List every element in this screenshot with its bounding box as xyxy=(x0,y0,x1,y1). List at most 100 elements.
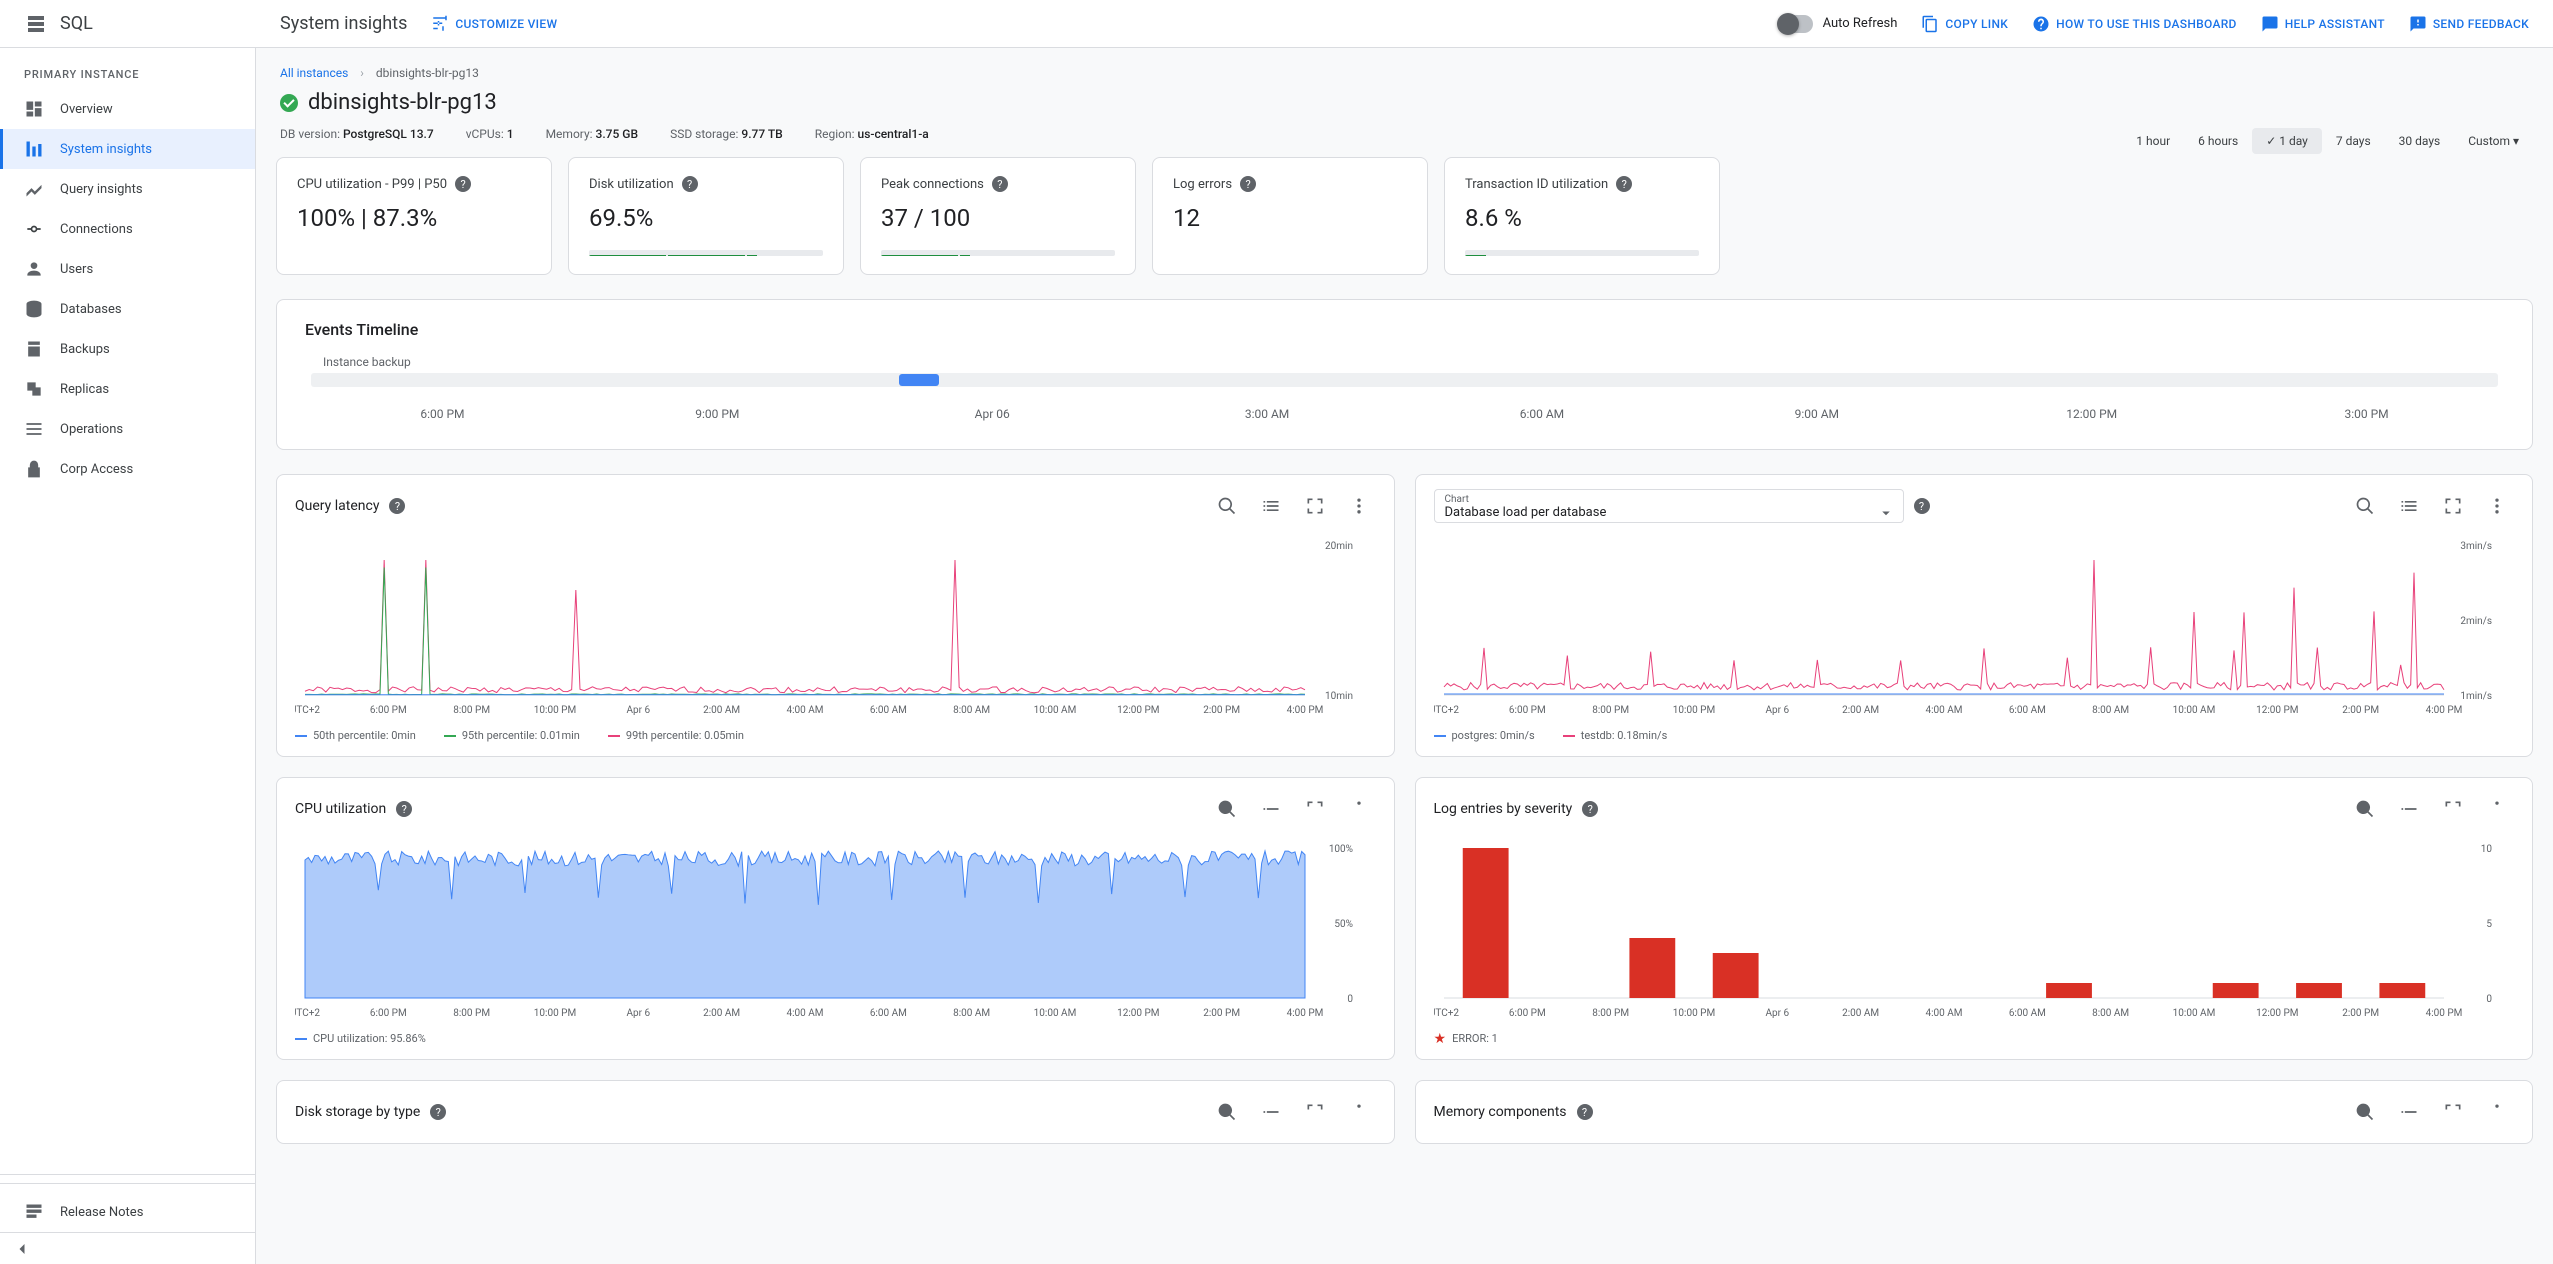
more-icon[interactable] xyxy=(1342,489,1376,523)
help-icon[interactable]: ? xyxy=(1616,176,1632,192)
fullscreen-icon[interactable] xyxy=(1298,1095,1332,1129)
svg-text:6:00 AM: 6:00 AM xyxy=(870,705,907,716)
fullscreen-icon[interactable] xyxy=(2436,1095,2470,1129)
help-icon[interactable]: ? xyxy=(455,176,471,192)
breadcrumb-root[interactable]: All instances xyxy=(280,66,348,80)
tune-icon xyxy=(431,15,449,33)
db-load-plot[interactable]: 3min/s2min/s1min/sUTC+26:00 PM8:00 PM10:… xyxy=(1434,537,2494,717)
kpi-value: 8.6 % xyxy=(1465,204,1699,232)
nav-release-notes[interactable]: Release Notes xyxy=(0,1192,255,1232)
time-range-6-hours[interactable]: 6 hours xyxy=(2184,128,2252,154)
nav-item-backups[interactable]: Backups xyxy=(0,329,255,369)
time-range-custom[interactable]: Custom ▾ xyxy=(2454,128,2533,154)
help-icon[interactable]: ? xyxy=(992,176,1008,192)
nav-item-databases[interactable]: Databases xyxy=(0,289,255,329)
svg-text:6:00 AM: 6:00 AM xyxy=(2008,1008,2045,1019)
svg-text:10:00 AM: 10:00 AM xyxy=(1034,705,1077,716)
howto-button[interactable]: HOW TO USE THIS DASHBOARD xyxy=(2032,15,2237,33)
help-icon[interactable]: ? xyxy=(682,176,698,192)
help-icon[interactable]: ? xyxy=(389,498,405,514)
help-assistant-button[interactable]: HELP ASSISTANT xyxy=(2261,15,2385,33)
help-icon[interactable]: ? xyxy=(1577,1104,1593,1120)
fullscreen-icon[interactable] xyxy=(1298,792,1332,826)
system-insights-icon xyxy=(24,139,44,159)
cpu-plot[interactable]: 100%50%0UTC+26:00 PM8:00 PM10:00 PMApr 6… xyxy=(295,840,1355,1020)
help-icon[interactable]: ? xyxy=(396,801,412,817)
nav-item-connections[interactable]: Connections xyxy=(0,209,255,249)
auto-refresh-toggle[interactable]: Auto Refresh xyxy=(1779,15,1898,33)
time-range-picker[interactable]: 1 hour6 hours✓ 1 day7 days30 daysCustom … xyxy=(2122,128,2533,154)
log-severity-plot[interactable]: 1050UTC+26:00 PM8:00 PM10:00 PMApr 62:00… xyxy=(1434,840,2494,1020)
fullscreen-icon[interactable] xyxy=(2436,489,2470,523)
more-icon[interactable] xyxy=(2480,792,2514,826)
nav-item-system-insights[interactable]: System insights xyxy=(0,129,255,169)
kpi-card-3: Log errors?12 xyxy=(1152,157,1428,275)
time-range-30-days[interactable]: 30 days xyxy=(2385,128,2455,154)
chart-legend: 50th percentile: 0min95th percentile: 0.… xyxy=(277,723,1394,756)
backup-event[interactable] xyxy=(899,374,938,386)
databases-icon xyxy=(24,299,44,319)
svg-text:Apr 6: Apr 6 xyxy=(1765,1008,1789,1019)
chevron-left-icon xyxy=(12,1239,32,1259)
copy-link-button[interactable]: COPY LINK xyxy=(1921,15,2008,33)
nav-item-users[interactable]: Users xyxy=(0,249,255,289)
legend-toggle-icon[interactable] xyxy=(2392,792,2426,826)
nav-item-query-insights[interactable]: Query insights xyxy=(0,169,255,209)
svg-text:12:00 PM: 12:00 PM xyxy=(2256,1008,2298,1019)
breadcrumb-current: dbinsights-blr-pg13 xyxy=(376,66,479,80)
fullscreen-icon[interactable] xyxy=(1298,489,1332,523)
svg-text:4:00 PM: 4:00 PM xyxy=(1287,1008,1324,1019)
chart-cpu: CPU utilization ? 100%50%0UTC+26:00 PM8:… xyxy=(276,777,1395,1060)
nav-item-operations[interactable]: Operations xyxy=(0,409,255,449)
customize-view-button[interactable]: CUSTOMIZE VIEW xyxy=(431,15,557,33)
corp-access-icon xyxy=(24,459,44,479)
legend-toggle-icon[interactable] xyxy=(2392,1095,2426,1129)
zoom-icon[interactable] xyxy=(1210,489,1244,523)
svg-text:2:00 PM: 2:00 PM xyxy=(2342,1008,2379,1019)
query-latency-plot[interactable]: 20min10minUTC+26:00 PM8:00 PM10:00 PMApr… xyxy=(295,537,1355,717)
zoom-icon[interactable] xyxy=(1210,792,1244,826)
time-range-1-day[interactable]: ✓ 1 day xyxy=(2252,128,2322,154)
svg-text:8:00 AM: 8:00 AM xyxy=(953,1008,990,1019)
collapse-nav-button[interactable] xyxy=(0,1232,255,1264)
nav-item-overview[interactable]: Overview xyxy=(0,89,255,129)
zoom-icon[interactable] xyxy=(2348,792,2382,826)
help-icon[interactable]: ? xyxy=(430,1104,446,1120)
chevron-right-icon: › xyxy=(360,66,364,80)
more-icon[interactable] xyxy=(1342,1095,1376,1129)
legend-item: testdb: 0.18min/s xyxy=(1563,729,1668,742)
chart-memory: Memory components ? xyxy=(1415,1080,2534,1144)
send-feedback-button[interactable]: SEND FEEDBACK xyxy=(2409,15,2529,33)
overview-icon xyxy=(24,99,44,119)
more-icon[interactable] xyxy=(2480,489,2514,523)
kpi-value: 69.5% xyxy=(589,204,823,232)
svg-text:10:00 AM: 10:00 AM xyxy=(2172,705,2215,716)
legend-item: 99th percentile: 0.05min xyxy=(608,729,744,742)
svg-text:UTC+2: UTC+2 xyxy=(1434,1008,1459,1019)
zoom-icon[interactable] xyxy=(2348,489,2382,523)
nav-item-replicas[interactable]: Replicas xyxy=(0,369,255,409)
help-icon[interactable]: ? xyxy=(1240,176,1256,192)
legend-toggle-icon[interactable] xyxy=(1254,792,1288,826)
zoom-icon[interactable] xyxy=(2348,1095,2382,1129)
chart-selector-dropdown[interactable]: Chart Database load per database xyxy=(1434,489,1904,523)
help-icon[interactable]: ? xyxy=(1914,498,1930,514)
more-icon[interactable] xyxy=(1342,792,1376,826)
kpi-title: Log errors xyxy=(1173,177,1232,192)
nav-item-corp-access[interactable]: Corp Access xyxy=(0,449,255,489)
legend-toggle-icon[interactable] xyxy=(2392,489,2426,523)
time-range-1-hour[interactable]: 1 hour xyxy=(2122,128,2184,154)
more-icon[interactable] xyxy=(2480,1095,2514,1129)
svg-text:Apr 6: Apr 6 xyxy=(627,705,651,716)
events-timeline-track[interactable] xyxy=(311,373,2498,387)
zoom-icon[interactable] xyxy=(1210,1095,1244,1129)
svg-text:10:00 PM: 10:00 PM xyxy=(534,705,576,716)
breadcrumb: All instances › dbinsights-blr-pg13 xyxy=(276,60,2533,86)
svg-text:10:00 AM: 10:00 AM xyxy=(1034,1008,1077,1019)
fullscreen-icon[interactable] xyxy=(2436,792,2470,826)
time-range-7-days[interactable]: 7 days xyxy=(2322,128,2385,154)
legend-toggle-icon[interactable] xyxy=(1254,489,1288,523)
help-icon[interactable]: ? xyxy=(1582,801,1598,817)
legend-toggle-icon[interactable] xyxy=(1254,1095,1288,1129)
kpi-row: CPU utilization - P99 | P50?100% | 87.3%… xyxy=(276,157,2533,275)
